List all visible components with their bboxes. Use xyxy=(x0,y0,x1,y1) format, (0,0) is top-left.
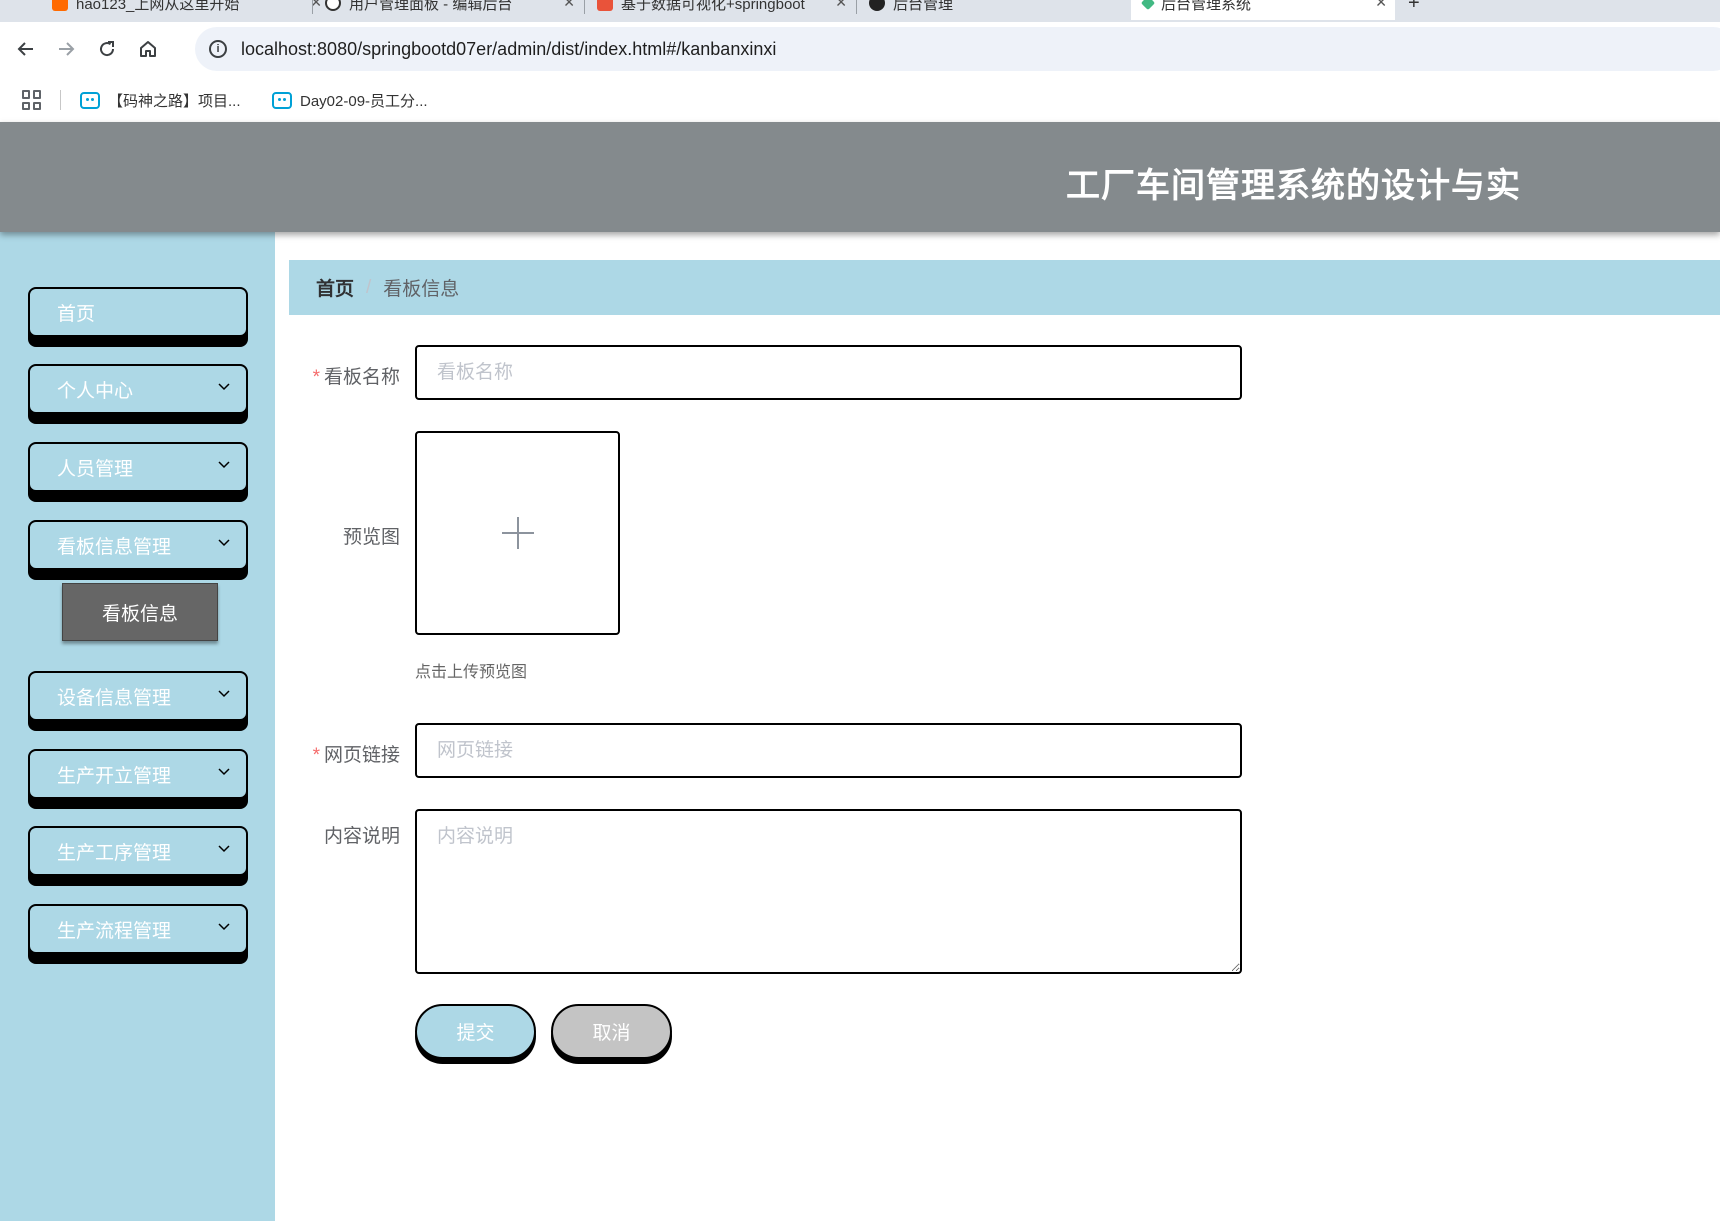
chevron-down-icon xyxy=(218,383,230,391)
web-link-input[interactable] xyxy=(415,723,1242,778)
sidebar-item-personnel[interactable]: 人员管理 xyxy=(28,442,248,492)
home-button[interactable] xyxy=(131,32,165,66)
arrow-left-icon xyxy=(17,42,33,56)
sidebar-item-production-flow[interactable]: 生产流程管理 xyxy=(28,904,248,954)
close-icon[interactable]: ✕ xyxy=(835,0,847,11)
apps-grid-icon[interactable] xyxy=(22,90,42,110)
app-header: 工厂车间管理系统的设计与实 xyxy=(0,122,1720,232)
sidebar-item-production-orders[interactable]: 生产开立管理 xyxy=(28,749,248,799)
bookmark-divider xyxy=(60,90,61,110)
bilibili-icon xyxy=(272,91,292,109)
required-mark: * xyxy=(312,745,320,766)
required-mark: * xyxy=(312,367,320,388)
search-icon xyxy=(325,0,341,11)
github-icon xyxy=(869,0,885,11)
submenu-item-kanban-info[interactable]: 看板信息 xyxy=(62,583,218,641)
hao123-icon xyxy=(52,0,68,11)
sidebar-item-label: 看板信息管理 xyxy=(57,536,172,558)
chevron-down-icon xyxy=(218,768,230,776)
browser-tab-label: 用户管理面板 - 编辑后台 xyxy=(349,0,513,13)
info-icon[interactable]: i xyxy=(209,40,227,58)
content-description-textarea[interactable] xyxy=(415,809,1242,974)
breadcrumb-current: 看板信息 xyxy=(383,279,460,300)
sidebar-item-label: 人员管理 xyxy=(57,458,134,480)
new-tab-button[interactable]: + xyxy=(1396,0,1456,20)
upload-tip: 点击上传预览图 xyxy=(415,664,528,681)
address-bar[interactable]: i localhost:8080/springbootd07er/admin/d… xyxy=(195,27,1720,71)
url-text[interactable]: localhost:8080/springbootd07er/admin/dis… xyxy=(241,39,776,60)
arrow-right-icon xyxy=(59,42,75,56)
browser-tab-2[interactable]: 用户管理面板 - 编辑后台 ✕ xyxy=(313,0,583,20)
bookmark-label: 【码神之路】项目... xyxy=(108,92,241,110)
submenu-item-label: 看板信息 xyxy=(101,603,178,625)
browser-tab-4[interactable]: 后台管理 xyxy=(857,0,1129,20)
browser-tab-5-active[interactable]: 后台管理系统 ✕ xyxy=(1131,0,1395,20)
bookmark-label: Day02-09-员工分... xyxy=(300,92,428,110)
browser-tab-label: 基于数据可视化+springboot xyxy=(621,0,805,13)
chevron-down-icon xyxy=(218,461,230,469)
breadcrumb-home[interactable]: 首页 xyxy=(316,274,354,301)
chevron-down-icon xyxy=(218,923,230,931)
sidebar-item-kanban-management[interactable]: 看板信息管理 xyxy=(28,520,248,570)
sidebar-item-label: 生产开立管理 xyxy=(57,765,172,787)
content-description-label: 内容说明 xyxy=(323,826,400,847)
sidebar-item-label: 生产工序管理 xyxy=(57,842,172,864)
back-button[interactable] xyxy=(9,32,43,66)
sidebar-item-home[interactable]: 首页 xyxy=(28,287,248,337)
bilibili-icon xyxy=(80,91,100,109)
browser-tab-1[interactable]: hao123_上网从这里开始 ✕ xyxy=(40,0,330,20)
bookmark-2[interactable]: Day02-09-员工分... xyxy=(272,86,428,114)
browser-toolbar: i localhost:8080/springbootd07er/admin/d… xyxy=(0,22,1720,78)
close-icon[interactable]: ✕ xyxy=(1375,0,1387,11)
browser-tab-label: 后台管理 xyxy=(893,0,954,13)
chevron-down-icon xyxy=(218,539,230,547)
vue-icon xyxy=(1140,0,1156,11)
plus-icon: + xyxy=(1408,0,1420,14)
chevron-down-icon xyxy=(218,845,230,853)
browser-tab-strip: hao123_上网从这里开始 ✕ 用户管理面板 - 编辑后台 ✕ 基于数据可视化… xyxy=(0,0,1720,22)
plus-icon xyxy=(501,517,534,549)
breadcrumb-separator: / xyxy=(366,276,372,298)
sidebar-item-equipment[interactable]: 设备信息管理 xyxy=(28,671,248,721)
cancel-button[interactable]: 取消 xyxy=(551,1004,672,1059)
reload-icon xyxy=(100,41,115,57)
app-title: 工厂车间管理系统的设计与实 xyxy=(1066,167,1521,205)
close-icon[interactable]: ✕ xyxy=(563,0,575,11)
sidebar-item-label: 首页 xyxy=(57,303,96,325)
preview-image-uploader[interactable] xyxy=(415,431,620,635)
kanban-name-label-text: 看板名称 xyxy=(323,367,400,388)
csdn-icon xyxy=(597,0,613,11)
browser-tab-label: hao123_上网从这里开始 xyxy=(76,0,240,13)
browser-tab-3[interactable]: 基于数据可视化+springboot ✕ xyxy=(585,0,855,20)
reload-button[interactable] xyxy=(90,32,124,66)
browser-tab-label: 后台管理系统 xyxy=(1161,0,1252,13)
preview-image-label: 预览图 xyxy=(342,527,400,548)
bookmark-1[interactable]: 【码神之路】项目... xyxy=(80,86,241,114)
submit-button[interactable]: 提交 xyxy=(415,1004,536,1059)
sidebar-item-personal-center[interactable]: 个人中心 xyxy=(28,364,248,414)
home-icon xyxy=(140,41,156,57)
sidebar-item-label: 生产流程管理 xyxy=(57,920,172,942)
web-link-label: * 网页链接 xyxy=(280,740,400,767)
kanban-name-label: * 看板名称 xyxy=(280,362,400,389)
sidebar-item-label: 设备信息管理 xyxy=(57,687,172,709)
sidebar-item-production-process[interactable]: 生产工序管理 xyxy=(28,826,248,876)
breadcrumb: 首页 / 看板信息 xyxy=(289,260,1720,315)
kanban-name-input[interactable] xyxy=(415,345,1242,400)
sidebar-item-label: 个人中心 xyxy=(57,380,134,402)
bookmarks-bar: 【码神之路】项目... Day02-09-员工分... xyxy=(0,78,1720,122)
chevron-down-icon xyxy=(218,690,230,698)
web-link-label-text: 网页链接 xyxy=(323,745,400,766)
forward-button[interactable] xyxy=(49,32,83,66)
